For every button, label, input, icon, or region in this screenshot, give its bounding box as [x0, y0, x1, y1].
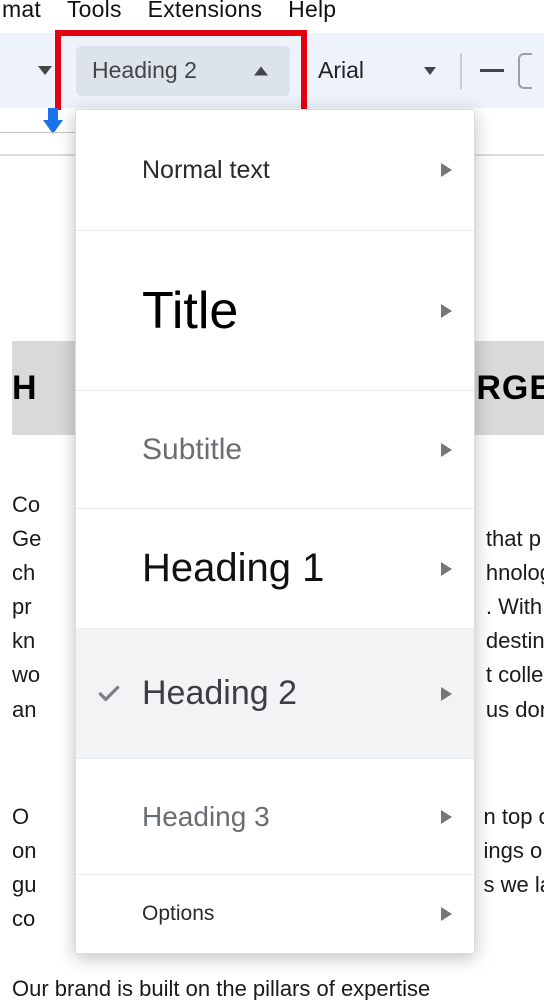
- menu-help[interactable]: Help: [288, 0, 336, 23]
- style-option-label: Normal text: [142, 156, 270, 185]
- style-option-label: Heading 3: [142, 801, 270, 833]
- font-size-field-fragment[interactable]: [518, 53, 532, 89]
- menu-extensions[interactable]: Extensions: [148, 0, 263, 23]
- paragraph-styles-label: Heading 2: [92, 57, 197, 84]
- toolbar: Heading 2 Arial: [0, 33, 544, 108]
- submenu-arrow-icon: [441, 443, 452, 457]
- caret-down-icon: [424, 67, 436, 75]
- style-option-heading-2[interactable]: Heading 2: [76, 629, 474, 759]
- submenu-arrow-icon: [441, 163, 452, 177]
- toolbar-divider: [460, 53, 462, 89]
- heading-left-fragment: H: [12, 369, 38, 408]
- style-options[interactable]: Options: [76, 875, 474, 953]
- decrease-font-size-button[interactable]: [480, 69, 504, 72]
- menu-format[interactable]: mat: [2, 0, 41, 23]
- menubar: mat Tools Extensions Help: [0, 0, 544, 29]
- style-option-title[interactable]: Title: [76, 231, 474, 391]
- caret-up-icon: [254, 66, 268, 75]
- submenu-arrow-icon: [441, 907, 452, 921]
- font-family-label: Arial: [318, 57, 364, 84]
- toolbar-overflow-left[interactable]: [0, 33, 58, 108]
- style-option-heading-3[interactable]: Heading 3: [76, 759, 474, 875]
- submenu-arrow-icon: [441, 687, 452, 701]
- style-option-normal-text[interactable]: Normal text: [76, 110, 474, 231]
- style-option-label: Subtitle: [142, 433, 242, 467]
- style-option-label: Heading 2: [142, 674, 297, 713]
- submenu-arrow-icon: [441, 562, 452, 576]
- submenu-arrow-icon: [441, 304, 452, 318]
- paragraph-3: Our brand is built on the pillars of exp…: [12, 972, 544, 1000]
- font-family-dropdown[interactable]: Arial: [318, 46, 436, 96]
- style-option-subtitle[interactable]: Subtitle: [76, 391, 474, 509]
- style-option-label: Options: [142, 902, 214, 926]
- style-option-label: Heading 1: [142, 546, 324, 591]
- menu-tools[interactable]: Tools: [67, 0, 122, 23]
- caret-down-icon: [38, 66, 52, 75]
- style-option-heading-1[interactable]: Heading 1: [76, 509, 474, 629]
- style-option-label: Title: [142, 281, 238, 341]
- paragraph-styles-dropdown[interactable]: Heading 2: [76, 46, 290, 96]
- paragraph-styles-menu: Normal text Title Subtitle Heading 1 Hea…: [75, 109, 475, 954]
- submenu-arrow-icon: [441, 810, 452, 824]
- heading-right-fragment: RGE: [476, 369, 544, 408]
- checkmark-icon: [96, 681, 122, 707]
